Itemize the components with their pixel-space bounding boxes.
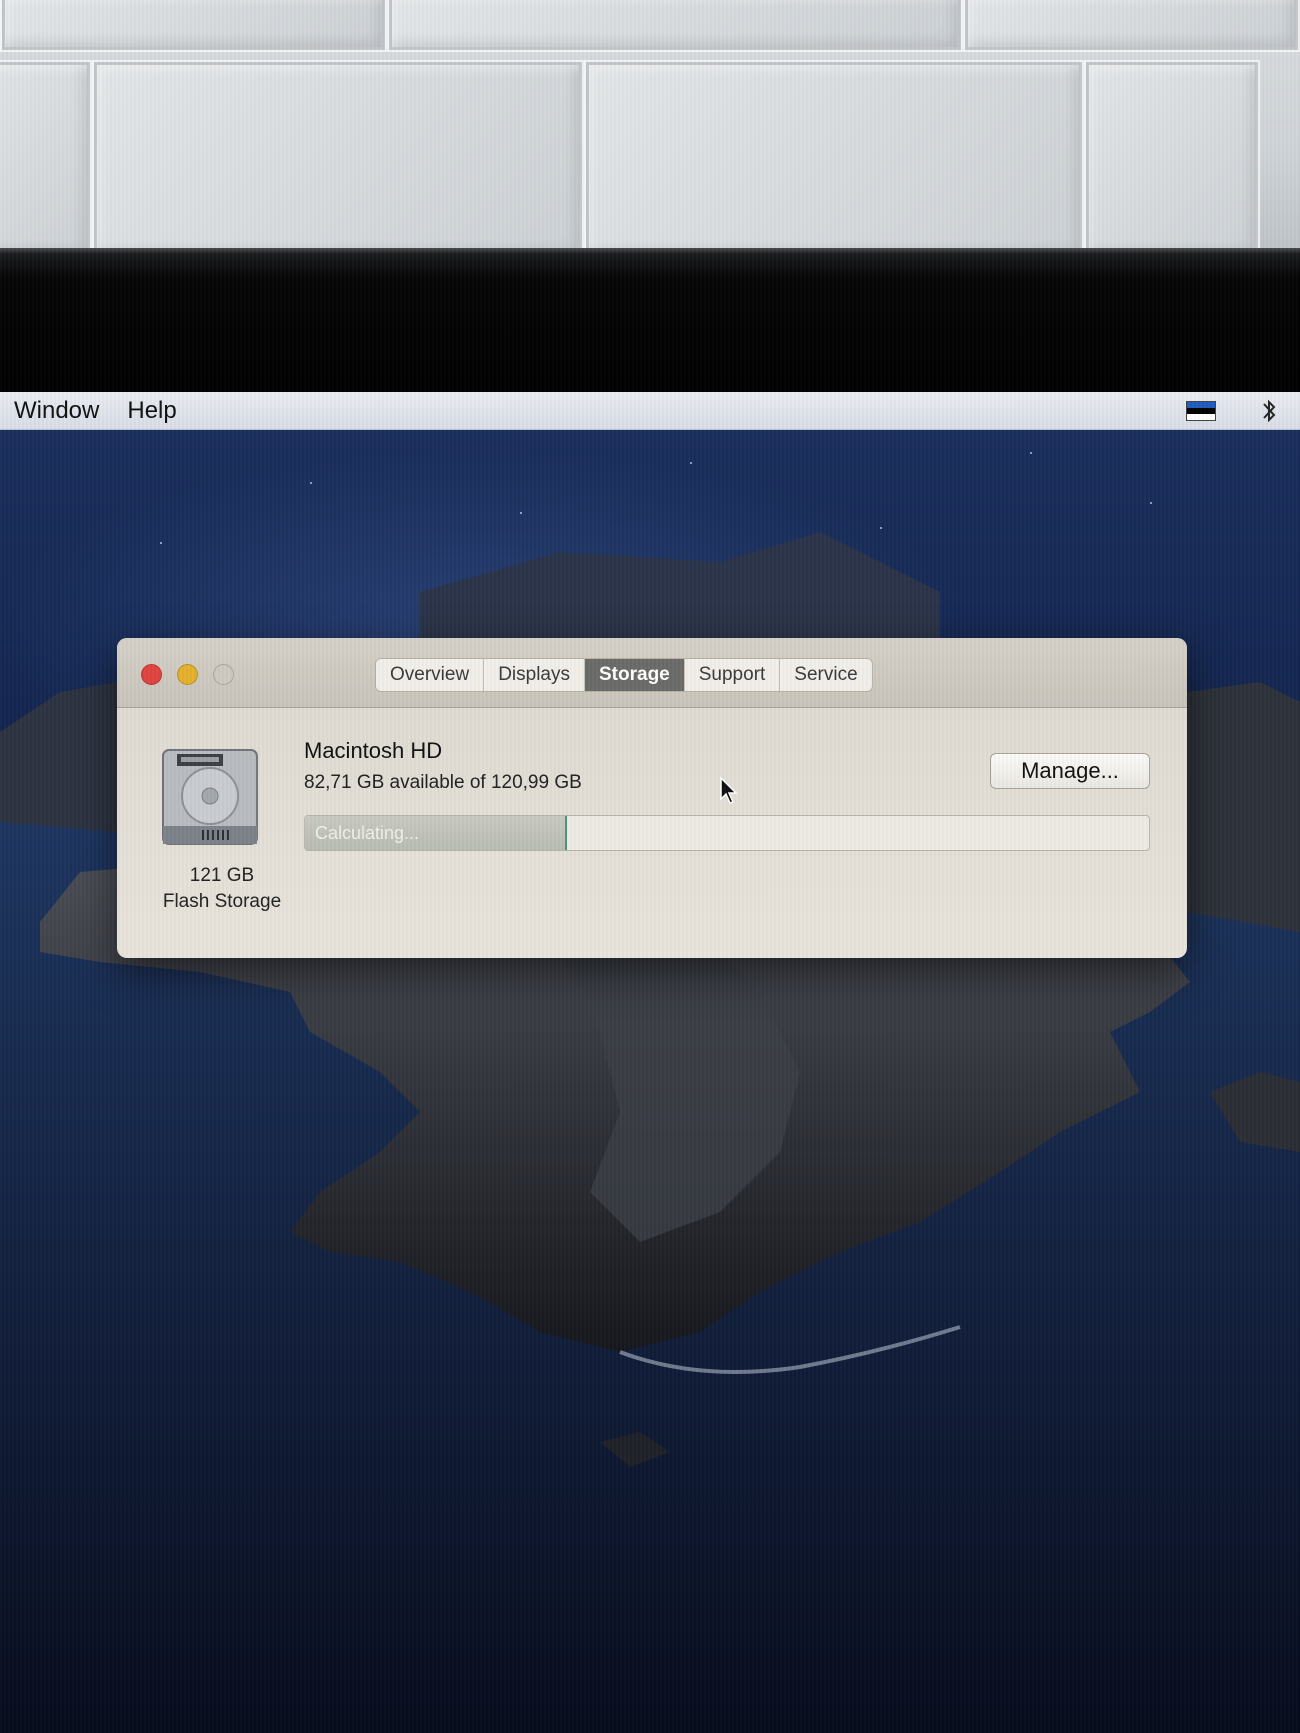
- drive-size: 121 GB: [189, 865, 255, 886]
- volume-name: Macintosh HD: [304, 738, 443, 763]
- hard-drive-icon: [162, 749, 258, 845]
- drive-caption: 121 GB Flash Storage: [127, 863, 317, 915]
- wallpaper-island: [0, 532, 1300, 1733]
- zoom-button[interactable]: [213, 664, 234, 685]
- manage-button[interactable]: Manage...: [990, 753, 1150, 789]
- mouse-cursor-icon: [720, 777, 738, 804]
- minimize-button[interactable]: [177, 664, 198, 685]
- bluetooth-icon[interactable]: [1258, 397, 1280, 425]
- menu-window[interactable]: Window: [0, 392, 113, 430]
- tab-support[interactable]: Support: [685, 659, 781, 691]
- volume-availability: 82,71 GB available of 120,99 GB: [304, 772, 582, 793]
- about-this-mac-window: Overview Displays Storage Support Servic…: [117, 638, 1187, 958]
- storage-usage-bar: Calculating...: [304, 815, 1150, 851]
- tab-storage[interactable]: Storage: [585, 659, 685, 691]
- progress-status-text: Calculating...: [315, 823, 420, 843]
- storage-pane: 121 GB Flash Storage Macintosh HD 82,71 …: [117, 708, 1187, 958]
- tab-bar: Overview Displays Storage Support Servic…: [375, 658, 873, 692]
- flag-icon[interactable]: [1186, 401, 1216, 421]
- tab-displays[interactable]: Displays: [484, 659, 585, 691]
- tab-service[interactable]: Service: [780, 659, 871, 691]
- drive-type: Flash Storage: [162, 891, 282, 912]
- tab-overview[interactable]: Overview: [376, 659, 485, 691]
- title-bar[interactable]: Overview Displays Storage Support Servic…: [117, 638, 1187, 708]
- screen-bezel: [0, 248, 1300, 393]
- desktop: Window Help Overview Displays Storage Su…: [0, 392, 1300, 1733]
- close-button[interactable]: [141, 664, 162, 685]
- menu-help[interactable]: Help: [113, 392, 190, 430]
- menu-bar: Window Help: [0, 392, 1300, 430]
- wall-background: [0, 0, 1300, 250]
